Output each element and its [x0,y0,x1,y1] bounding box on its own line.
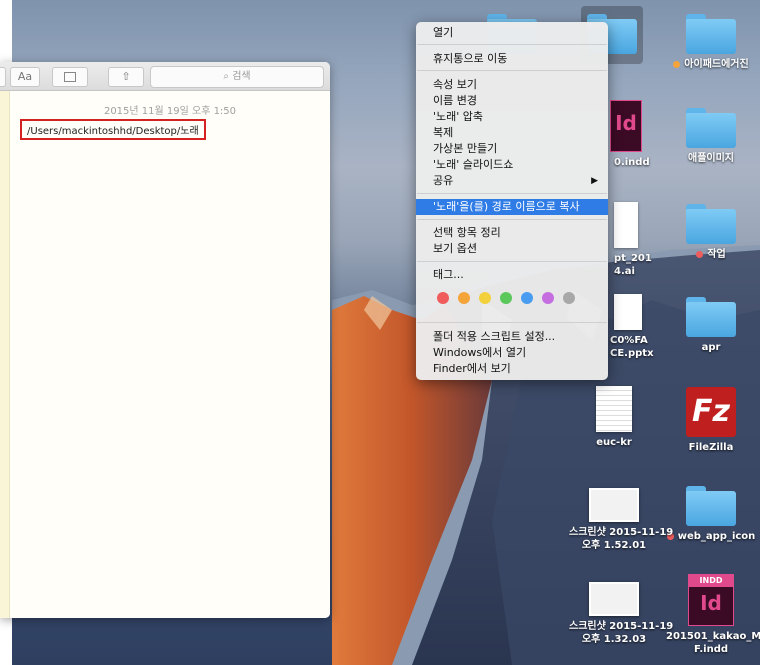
desktop-folder-apr[interactable]: apr [666,297,756,354]
menu-item-make-alias[interactable]: 가상본 만들기 [416,141,608,157]
menu-item-copy-as-pathname[interactable]: '노래'을(를) 경로 이름으로 복사 [416,199,608,215]
desktop-folder-apple-images[interactable]: 애플이미지 [666,108,756,165]
context-menu: 열기 휴지통으로 이동 속성 보기 이름 변경 '노래' 압축 복제 가상본 만… [416,22,608,380]
screenshot-thumbnail-icon [589,582,639,616]
tag-color-red[interactable] [437,292,449,304]
folder-icon [686,108,736,148]
menu-item-clean-up-selection[interactable]: 선택 항목 정리 [416,225,608,241]
folder-icon [686,14,736,54]
search-icon: ⌕ [223,71,229,82]
menu-item-open[interactable]: 열기 [416,25,608,41]
note-path-text[interactable]: /Users/mackintoshhd/Desktop/노래 [20,119,206,140]
menu-separator [417,193,607,194]
desktop-file-euc-kr[interactable]: euc-kr [569,386,659,449]
share-button[interactable]: ⇧ [108,67,144,87]
menu-item-get-info[interactable]: 속성 보기 [416,77,608,93]
menu-item-view-options[interactable]: 보기 옵션 [416,241,608,257]
desktop-icon-label: 애플이미지 [688,153,734,164]
tag-color-purple[interactable] [542,292,554,304]
font-button[interactable]: Aa [10,67,40,87]
orange-tag-icon [673,60,681,68]
notes-window: Aa ⇧ ⌕ 검색 2015년 11월 19일 오후 1:50 /Users/m… [0,62,330,618]
screenshot-thumbnail-icon [589,488,639,522]
desktop-file-screenshot-1[interactable]: 스크린샷 2015-11-19 오후 1.52.01 [569,488,674,552]
attachments-button[interactable] [52,67,88,87]
desktop-folder-web-app-icon[interactable]: web_app_icon [666,486,756,543]
filezilla-icon: Fz [686,387,736,437]
desktop-file-kakao-indd[interactable]: INDD Id 201501_kakao_MD F.indd [666,574,760,656]
window-icon [64,72,76,82]
desktop-icon-label: euc-kr [596,437,632,448]
tag-color-yellow[interactable] [479,292,491,304]
tag-color-orange[interactable] [458,292,470,304]
indesign-file-icon: INDD Id [688,574,734,626]
desktop-icon-label: 스크린샷 2015-11-19 오후 1.52.01 [569,527,674,551]
share-icon: ⇧ [121,70,131,83]
menu-separator [417,44,607,45]
desktop-icon-label: apr [701,342,721,353]
note-editor[interactable]: 2015년 11월 19일 오후 1:50 /Users/mackintoshh… [10,91,330,618]
menu-item-compress[interactable]: '노래' 압축 [416,109,608,125]
notes-sidebar[interactable] [0,91,10,618]
menu-item-rename[interactable]: 이름 변경 [416,93,608,109]
menu-item-folder-actions-setup[interactable]: 폴더 적용 스크립트 설정... [416,329,608,345]
menu-item-show-in-finder[interactable]: Finder에서 보기 [416,361,608,377]
desktop-icon-label: 201501_kakao_MD F.indd [666,631,760,655]
spreadsheet-icon [596,386,632,432]
menu-item-move-to-trash[interactable]: 휴지통으로 이동 [416,51,608,67]
red-tag-icon [696,250,704,258]
menu-separator [417,219,607,220]
desktop-app-filezilla[interactable]: Fz FileZilla [666,387,756,454]
tag-color-green[interactable] [500,292,512,304]
menu-separator [417,261,607,262]
folder-icon [686,297,736,337]
search-input[interactable]: ⌕ 검색 [150,66,324,88]
menu-item-share[interactable]: 공유 ▶ [416,173,608,189]
tag-color-blue[interactable] [521,292,533,304]
desktop-icon-label: 스크린샷 2015-11-19 오후 1.32.03 [569,621,674,645]
folder-icon [686,204,736,244]
notes-toolbar: Aa ⇧ ⌕ 검색 [0,62,330,91]
document-icon [614,294,642,330]
desktop-file-screenshot-2[interactable]: 스크린샷 2015-11-19 오후 1.32.03 [569,582,674,646]
submenu-arrow-icon: ▶ [591,176,598,186]
tag-color-gray[interactable] [563,292,575,304]
document-icon [614,202,638,248]
indesign-file-icon: Id [610,100,642,152]
menu-item-open-in-windows[interactable]: Windows에서 열기 [416,345,608,361]
search-placeholder: 검색 [232,71,251,82]
menu-item-duplicate[interactable]: 복제 [416,125,608,141]
desktop-icon-label: 작업 [666,248,756,261]
folder-icon [686,486,736,526]
desktop-icon-label: web_app_icon [666,530,756,543]
desktop-icon-label: FileZilla [688,442,734,453]
toolbar-button-partial[interactable] [0,67,6,87]
menu-item-share-label: 공유 [433,174,454,187]
menu-separator [417,322,607,323]
desktop-icon-label: 아이패드에거진 [666,58,756,71]
note-date: 2015년 11월 19일 오후 1:50 [103,106,237,117]
desktop-folder-ipad-magazine[interactable]: 아이패드에거진 [666,14,756,71]
menu-item-slideshow[interactable]: '노래' 슬라이드쇼 [416,157,608,173]
desktop-folder-work[interactable]: 작업 [666,204,756,261]
menu-separator [417,70,607,71]
menu-item-tags[interactable]: 태그... [416,267,608,283]
